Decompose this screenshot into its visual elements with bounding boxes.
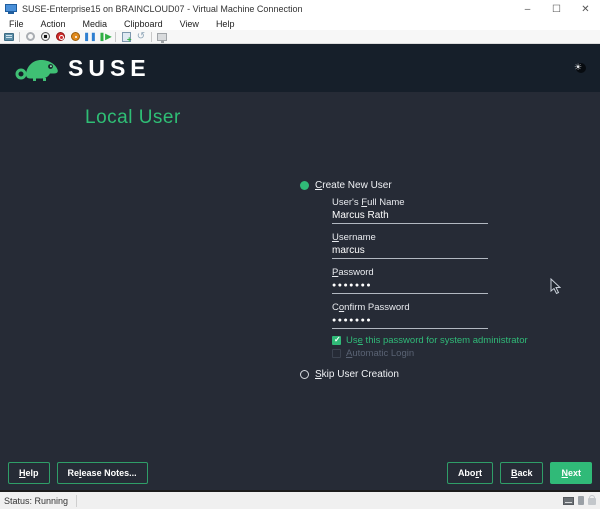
automatic-login-checkbox[interactable]: Automatic Login (332, 348, 528, 359)
menu-action[interactable]: Action (41, 19, 66, 29)
next-button[interactable]: Next (550, 462, 592, 484)
vm-connection-window: SUSE-Enterprise15 on BRAINCLOUD07 - Virt… (0, 0, 600, 509)
password-label: Password (332, 267, 374, 278)
automatic-login-label: Automatic Login (346, 348, 415, 359)
full-name-label: User's Full Name (332, 197, 405, 208)
hyperv-app-icon (5, 4, 17, 14)
save-icon[interactable] (70, 32, 80, 42)
confirm-password-field: Confirm Password ●●●●●●● (332, 302, 488, 329)
close-button[interactable]: ✕ (571, 0, 600, 18)
password-input[interactable]: ●●●●●●● (332, 279, 488, 294)
brightness-icon: ☀ (574, 62, 586, 74)
create-new-user-radio[interactable]: Create New User (300, 180, 392, 191)
confirm-password-label: Confirm Password (332, 302, 410, 313)
mouse-cursor (550, 278, 561, 295)
lock-status-icon (588, 495, 596, 505)
checkbox-unchecked-icon (332, 349, 341, 358)
user-form: User's Full Name Marcus Rath Username ma… (332, 197, 488, 337)
use-password-for-admin-checkbox[interactable]: Use this password for system administrat… (332, 335, 528, 346)
resume-icon[interactable]: ❚▶ (99, 32, 112, 42)
username-label: Username (332, 232, 376, 243)
create-new-user-label: Create New User (315, 180, 392, 191)
toolbar-separator (151, 31, 152, 42)
toolbar-separator (115, 31, 116, 42)
toolbar-separator (19, 31, 20, 42)
installer-content: Local User Create New User User's Full N… (0, 92, 600, 490)
skip-user-creation-radio[interactable]: Skip User Creation (300, 369, 399, 380)
checkpoint-icon[interactable] (121, 31, 132, 44)
enhanced-session-icon[interactable] (157, 32, 167, 43)
ctrl-alt-del-icon[interactable] (4, 32, 14, 42)
page-title: Local User (85, 107, 181, 128)
password-field: Password ●●●●●●● (332, 267, 488, 294)
installer-header: SUSE ☀ (0, 44, 600, 92)
suse-logo: SUSE (14, 53, 151, 83)
menu-clipboard[interactable]: Clipboard (124, 19, 163, 29)
status-separator (76, 494, 78, 507)
radio-unselected-icon (300, 370, 309, 379)
confirm-password-input[interactable]: ●●●●●●● (332, 314, 488, 329)
abort-button[interactable]: Abo r t (446, 462, 493, 484)
suse-wordmark: SUSE (68, 54, 151, 81)
turn-off-icon[interactable] (40, 32, 50, 42)
minimize-button[interactable]: – (513, 0, 542, 18)
menu-media[interactable]: Media (83, 19, 108, 29)
suse-chameleon-icon (15, 60, 58, 81)
vm-status: Status: Running (4, 495, 69, 506)
title-bar: SUSE-Enterprise15 on BRAINCLOUD07 - Virt… (0, 0, 600, 18)
vm-display: SUSE ☀ Local User Create New User User's… (0, 44, 600, 490)
skip-user-creation-label: Skip User Creation (315, 369, 399, 380)
use-password-for-admin-label: Use this password for system administrat… (346, 335, 528, 346)
checkbox-checked-icon (332, 335, 341, 345)
device-status-icon (578, 496, 584, 505)
window-title: SUSE-Enterprise15 on BRAINCLOUD07 - Virt… (22, 4, 303, 14)
options: Use this password for system administrat… (332, 335, 528, 361)
help-button[interactable]: Help (8, 462, 50, 484)
wizard-button-row: Help Re l ease Notes... Abo r t Back Next (8, 462, 592, 484)
pause-icon[interactable]: ❚❚ (83, 32, 96, 42)
revert-icon[interactable]: ↺ (136, 31, 146, 42)
menu-view[interactable]: View (180, 19, 199, 29)
maximize-button[interactable]: ☐ (542, 0, 571, 18)
release-notes-button[interactable]: Re l ease Notes... (56, 462, 148, 484)
menu-help[interactable]: Help (216, 19, 235, 29)
menu-file[interactable]: File (9, 19, 24, 29)
radio-selected-icon (300, 181, 309, 190)
start-icon[interactable] (25, 32, 35, 42)
username-input[interactable]: marcus (332, 244, 488, 259)
username-field: Username marcus (332, 232, 488, 259)
full-name-input[interactable]: Marcus Rath (332, 209, 488, 224)
vm-toolbar: ❚❚ ❚▶ ↺ (0, 30, 600, 44)
display-status-icon (563, 496, 574, 505)
shut-down-icon[interactable] (55, 32, 65, 42)
back-button[interactable]: Back (499, 462, 544, 484)
status-bar: Status: Running (0, 490, 600, 509)
menu-bar: File Action Media Clipboard View Help (0, 18, 600, 30)
full-name-field: User's Full Name Marcus Rath (332, 197, 488, 224)
